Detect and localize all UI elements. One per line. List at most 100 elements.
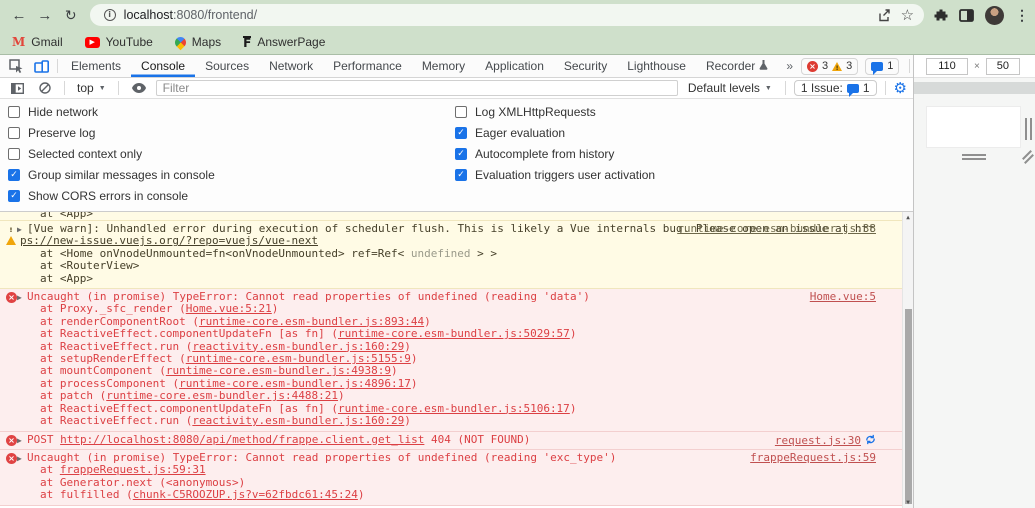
tab-console[interactable]: Console xyxy=(131,55,195,77)
setting-evaluation-triggers-user-activation[interactable]: ✓ Evaluation triggers user activation xyxy=(455,168,656,182)
viewport-resize-handle-right[interactable] xyxy=(1025,118,1032,140)
messages-badge[interactable]: 1 xyxy=(865,57,900,75)
setting-preserve-log[interactable]: Preserve log xyxy=(8,126,455,140)
checkbox[interactable] xyxy=(8,106,20,118)
inspect-element-icon[interactable] xyxy=(4,58,29,74)
code-link[interactable]: runtime-core.esm-bundler.js:5106:17 xyxy=(338,402,570,415)
tab-label: Performance xyxy=(333,59,402,73)
console-scrollbar[interactable]: ▲ ▼ xyxy=(902,212,913,508)
profile-avatar[interactable] xyxy=(985,5,1005,25)
checkbox[interactable] xyxy=(8,127,20,139)
viewport-height-input[interactable] xyxy=(985,57,1020,75)
tab-network[interactable]: Network xyxy=(259,55,323,77)
tab-label: Network xyxy=(269,59,314,73)
extensions-icon[interactable] xyxy=(934,8,948,22)
code-link[interactable]: frappeRequest.js:59:31 xyxy=(60,463,206,476)
console-toolbar: top▼ Default levels▼ 1 Issue:1 ⚙ xyxy=(0,78,913,99)
expand-arrow-icon[interactable]: ▶ xyxy=(17,435,22,447)
setting-hide-network[interactable]: Hide network xyxy=(8,105,455,119)
reload-button[interactable]: ↻ xyxy=(58,7,84,24)
tab-memory[interactable]: Memory xyxy=(412,55,475,77)
back-button[interactable]: ← xyxy=(6,7,32,24)
side-panel-icon[interactable] xyxy=(959,8,974,22)
source-location-link[interactable]: request.js:30 xyxy=(775,434,876,448)
bookmark-gmail[interactable]: M Gmail xyxy=(12,35,63,49)
code-link[interactable]: reactivity.esm-bundler.js:160:29 xyxy=(192,340,404,353)
code-link[interactable]: http://localhost:8080/api/method/frappe.… xyxy=(60,433,424,446)
checkbox[interactable]: ✓ xyxy=(8,169,20,181)
setting-autocomplete-from-history[interactable]: ✓ Autocomplete from history xyxy=(455,147,655,161)
console-warning-message[interactable]: at <App> xyxy=(0,212,902,221)
expand-arrow-icon[interactable]: ▶ xyxy=(17,224,22,236)
tab-application[interactable]: Application xyxy=(475,55,554,77)
viewport-resize-handle-bottom[interactable] xyxy=(962,154,986,160)
device-toolbar-icon[interactable] xyxy=(29,59,54,73)
tab-sources[interactable]: Sources xyxy=(195,55,259,77)
setting-selected-context-only[interactable]: Selected context only xyxy=(8,147,455,161)
bookmark-youtube[interactable]: ▶ YouTube xyxy=(84,35,153,49)
checkbox[interactable]: ✓ xyxy=(455,169,467,181)
bookmark-answerpage[interactable]: F AnswerPage xyxy=(243,35,325,49)
source-location-link[interactable]: frappeRequest.js:59 xyxy=(750,451,876,464)
viewport-width-input[interactable] xyxy=(926,57,968,75)
bookmark-maps[interactable]: Maps xyxy=(172,34,221,50)
setting-group-similar-messages-in-console[interactable]: ✓ Group similar messages in console xyxy=(8,168,455,182)
viewport-resize-handle-corner[interactable] xyxy=(1020,150,1034,164)
setting-label: Evaluation triggers user activation xyxy=(475,168,656,182)
url-text[interactable]: localhost:8080/frontend/ xyxy=(124,8,257,22)
code-link[interactable]: runtime-core.esm-bundler.js:893:44 xyxy=(199,315,424,328)
clear-console-icon[interactable] xyxy=(34,82,56,94)
source-location-link[interactable]: runtime-core.esm-bundler.js:38 xyxy=(677,222,876,235)
expand-arrow-icon[interactable]: ▶ xyxy=(17,453,22,465)
source-location-link[interactable]: Home.vue:5 xyxy=(810,290,876,303)
code-link[interactable]: runtime-core.esm-bundler.js:5155:9 xyxy=(186,352,411,365)
scrollbar-down-icon[interactable]: ▼ xyxy=(903,499,913,506)
tab-recorder[interactable]: Recorder xyxy=(696,55,778,77)
code-link[interactable]: runtime-core.esm-bundler.js:4488:21 xyxy=(106,389,338,402)
checkbox[interactable]: ✓ xyxy=(8,190,20,202)
scrollbar-thumb[interactable] xyxy=(905,309,912,504)
code-link[interactable]: runtime-core.esm-bundler.js:5029:57 xyxy=(338,327,570,340)
checkbox[interactable]: ✓ xyxy=(455,127,467,139)
address-bar[interactable]: i localhost:8080/frontend/ ☆ xyxy=(89,4,925,26)
code-link[interactable]: chunk-C5ROOZUP.js?v=62fbdc61:45:24 xyxy=(133,488,358,501)
checkbox[interactable]: ✓ xyxy=(455,148,467,160)
console-status-badges[interactable]: × 3 ! 3 xyxy=(801,57,859,75)
setting-log-xmlhttprequests[interactable]: Log XMLHttpRequests xyxy=(455,105,655,119)
filter-input[interactable] xyxy=(155,80,678,96)
checkbox[interactable] xyxy=(8,148,20,160)
page-viewport[interactable] xyxy=(927,107,1020,147)
setting-eager-evaluation[interactable]: ✓ Eager evaluation xyxy=(455,126,655,140)
checkbox[interactable] xyxy=(455,106,467,118)
scrollbar-up-icon[interactable]: ▲ xyxy=(903,214,913,221)
code-link[interactable]: reactivity.esm-bundler.js:160:29 xyxy=(192,414,404,427)
code-link[interactable]: Home.vue:5:21 xyxy=(186,302,272,315)
context-selector[interactable]: top ▼ xyxy=(73,81,110,95)
site-info-icon[interactable]: i xyxy=(103,9,116,21)
more-tabs-button[interactable]: » xyxy=(778,59,801,73)
tab-lighthouse[interactable]: Lighthouse xyxy=(617,55,696,77)
code-link[interactable]: runtime-core.esm-bundler.js:4896:17 xyxy=(179,377,411,390)
tab-elements[interactable]: Elements xyxy=(61,55,131,77)
expand-arrow-icon[interactable]: ▶ xyxy=(17,292,22,304)
tab-security[interactable]: Security xyxy=(554,55,617,77)
live-expression-eye-icon[interactable] xyxy=(127,83,151,93)
tab-performance[interactable]: Performance xyxy=(323,55,412,77)
media-query-bar[interactable] xyxy=(914,82,1035,94)
console-error-message[interactable]: × ▶ POST http://localhost:8080/api/method/… xyxy=(0,431,902,450)
console-sidebar-icon[interactable] xyxy=(6,82,29,94)
console-error-message[interactable]: × ▶ Uncaught (in promise) TypeError: Canno… xyxy=(0,449,902,506)
console-error-message[interactable]: × ▶ Uncaught (in promise) TypeError: Canno… xyxy=(0,289,902,432)
console-settings-icon[interactable]: ⚙ xyxy=(894,81,907,96)
console-warning-message[interactable]: ! ▶ [Vue warn]: Unhandled error during exe… xyxy=(0,221,902,290)
setting-show-cors-errors-in-console[interactable]: ✓ Show CORS errors in console xyxy=(8,189,455,203)
log-levels-dropdown[interactable]: Default levels ▼ xyxy=(683,81,777,95)
forward-button[interactable]: → xyxy=(32,7,58,24)
issues-button[interactable]: 1 Issue: 1 xyxy=(793,80,877,97)
bookmark-star-icon[interactable]: ☆ xyxy=(901,6,914,24)
code-link[interactable]: runtime-core.esm-bundler.js:4938:9 xyxy=(166,364,391,377)
browser-menu-icon[interactable]: ⋮ xyxy=(1015,7,1029,24)
share-icon[interactable] xyxy=(877,8,891,22)
console-messages-area: at <App>! ▶ [Vue warn]: Unhandled error du… xyxy=(0,212,913,508)
code-link[interactable]: ps://new-issue.vuejs.org/?repo=vuejs/vue… xyxy=(20,234,318,247)
